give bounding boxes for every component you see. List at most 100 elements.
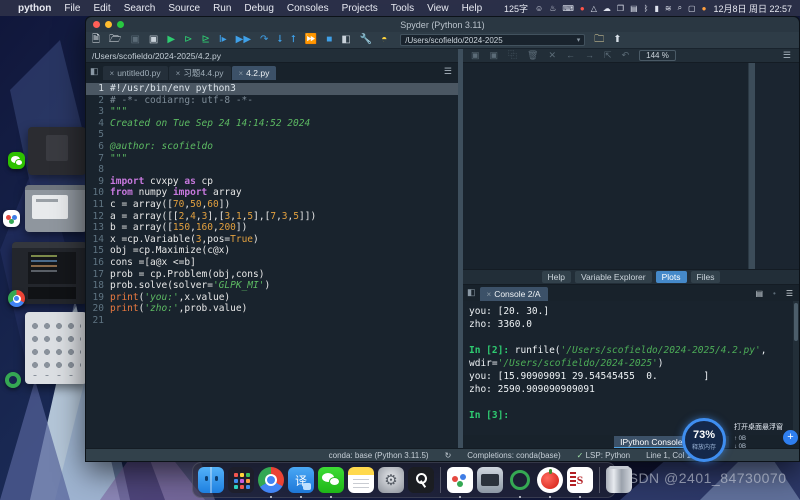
chrome-icon[interactable] [258,467,284,493]
code-line[interactable]: 5 [86,129,458,141]
run-icon[interactable]: ▶ [167,35,175,45]
trash-icon[interactable] [606,467,632,493]
completions-status[interactable]: Completions: conda(base) [467,451,560,460]
code-line[interactable]: 4Created on Tue Sep 24 14:14:52 2024 [86,118,458,130]
notes-icon[interactable] [348,467,374,493]
shapes-icon[interactable]: △ [591,4,597,13]
cloud-icon[interactable]: ☁ [603,4,611,13]
split-editor-icon[interactable]: ◧ [90,66,99,77]
code-line[interactable]: 11c = array([70,50,60]) [86,199,458,211]
menu-clock[interactable]: 12月8日 周日 22:57 [713,2,792,15]
wechat-icon[interactable] [318,467,344,493]
keychain-icon[interactable] [408,467,434,493]
remove-plot-icon[interactable]: 🗑 [527,51,538,60]
code-line[interactable]: 7""" [86,153,458,165]
ipython-console-output[interactable]: you: [20. 30.]zho: 3360.0In [2]: runfile… [463,301,799,435]
code-line[interactable]: 16cons =[a@x <=b] [86,257,458,269]
code-line[interactable]: 21 [86,315,458,327]
conda-env-status[interactable]: conda: base (Python 3.11.5) [329,451,429,460]
step-over-icon[interactable]: ↷ [260,35,268,45]
code-line[interactable]: 10from numpy import array [86,187,458,199]
code-line[interactable]: 19print('you:',x.value) [86,292,458,304]
previous-plot-icon[interactable]: ← [566,51,575,60]
options-menu-icon[interactable]: ☰ [786,289,793,298]
windows-icon[interactable]: ❐ [617,4,624,13]
save-all-plots-icon[interactable]: ▣ [490,51,499,60]
menu-item-projects[interactable]: Projects [342,3,378,14]
preferences-icon[interactable]: 🔧 [360,35,372,45]
code-editor[interactable]: 1#!/usr/bin/env python32# -*- codiarng: … [86,80,458,448]
ks-app-icon[interactable]: S [567,467,593,493]
media-player-app-icon[interactable] [477,467,503,493]
plots-zoom-level[interactable]: 144 % [639,50,676,61]
step-into-icon[interactable]: ⭣ [277,35,282,45]
add-widget-button[interactable]: + [783,430,798,445]
working-directory-select[interactable]: /Users/scofieldo/2024-2025 ▾ [400,34,585,46]
menu-item-help[interactable]: Help [462,3,483,14]
console-scrollbar[interactable] [793,301,799,435]
keyboard-icon[interactable]: ⌨ [562,4,574,13]
save-plot-icon[interactable]: ▣ [471,51,480,60]
code-line[interactable]: 15obj =cp.Maximize(c@x) [86,245,458,257]
memory-usage-button[interactable]: 73% 释放内存 [682,418,726,462]
console-tab[interactable]: × Console 2/A [480,287,548,301]
code-line[interactable]: 3""" [86,106,458,118]
panel-icon[interactable]: ◧ [341,35,350,45]
code-line[interactable]: 13b = array([150,160,200]) [86,222,458,234]
python-env-icon[interactable]: ◓ [381,35,387,45]
battery-icon[interactable]: ▮ [654,4,658,13]
menu-item-source[interactable]: Source [168,3,200,14]
save-all-icon[interactable]: ▣ [149,35,158,45]
pane-tab-files[interactable]: Files [691,271,721,283]
screen-rec-icon[interactable]: ● [702,4,707,13]
close-icon[interactable]: × [110,69,115,78]
continue-icon[interactable]: ⏩ [305,35,317,45]
plots-options-menu-icon[interactable]: ☰ [783,50,791,61]
code-line[interactable]: 12a = array([[2,4,3],[3,1,5],[7,3,5]]) [86,211,458,223]
close-icon[interactable]: × [239,69,244,78]
inspect-icon[interactable]: ▤ [755,289,763,298]
code-line[interactable]: 8 [86,164,458,176]
editor-tab-untitled0.py[interactable]: ×untitled0.py [103,66,168,80]
finder-icon[interactable] [198,467,224,493]
code-line[interactable]: 6@author: scofieldo [86,141,458,153]
code-line[interactable]: 17prob = cp.Problem(obj,cons) [86,269,458,281]
stage-thumb-wechat-window[interactable] [28,127,86,175]
menu-item-consoles[interactable]: Consoles [287,3,329,14]
close-icon[interactable]: × [176,69,181,78]
cloud-sync-app-icon[interactable] [447,467,473,493]
parent-directory-icon[interactable]: ⬆ [613,35,621,45]
editor-tab-4.2.py[interactable]: ×4.2.py [232,66,277,80]
next-plot-icon[interactable]: → [585,51,594,60]
split-console-icon[interactable]: ◧ [467,287,476,298]
undo-zoom-icon[interactable]: ↶ [622,51,630,60]
settings-icon[interactable]: ⚙ [378,467,404,493]
record-icon[interactable]: ● [580,4,585,13]
run-cell-icon[interactable]: ⊳ [184,35,192,45]
scrollbar-thumb[interactable] [794,303,798,341]
pane-tab-help[interactable]: Help [542,271,571,283]
window-titlebar[interactable]: Spyder (Python 3.11) [86,17,799,32]
browse-directory-icon[interactable]: 🗀 [594,35,604,45]
run-cell-advance-icon[interactable]: ⊵ [201,35,209,45]
pane-tab-variable-explorer[interactable]: Variable Explorer [575,271,652,283]
green-ring-app-icon[interactable] [507,467,533,493]
bluetooth-icon[interactable]: ᛒ [644,4,649,13]
menu-item-run[interactable]: Run [213,3,231,14]
menu-item-file[interactable]: File [64,3,80,14]
save-icon[interactable]: ▣ [130,35,139,45]
code-line[interactable]: 1#!/usr/bin/env python3 [86,83,458,95]
close-plots-icon[interactable]: ✕ [548,51,556,60]
menu-item-view[interactable]: View [427,3,449,14]
open-file-icon[interactable]: 🗁 [109,35,121,45]
debug-icon[interactable]: ▶▶ [236,35,251,45]
display-icon[interactable]: ▢ [688,4,696,13]
fit-plot-icon[interactable]: ⇱ [604,51,612,60]
search-icon[interactable]: ⌕ [678,3,682,13]
editor-options-menu-icon[interactable]: ☰ [444,66,452,77]
stage-thumb-grid-window[interactable] [25,312,87,384]
status-dot-icon[interactable]: • [773,289,776,298]
run-selection-icon[interactable]: I▸ [219,35,227,45]
switch-icon[interactable]: ▤ [630,4,638,13]
launchpad-icon[interactable] [228,467,254,493]
